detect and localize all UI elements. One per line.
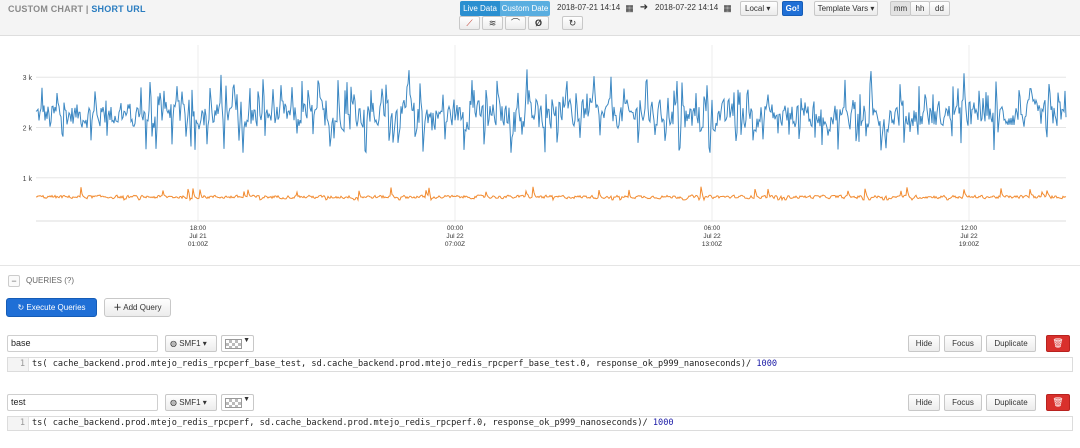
trash-icon: 🗑 — [1052, 397, 1064, 407]
x-tick-label: 19:00Z — [959, 241, 979, 248]
go-button[interactable]: Go! — [782, 1, 803, 16]
top-bar: CUSTOM CHART | SHORT URL Live Data Custo… — [0, 0, 1080, 36]
query-expression: ts( cache_backend.prod.mtejo_redis_rpcpe… — [32, 359, 757, 369]
x-tick-label: Jul 22 — [703, 233, 721, 240]
x-tick-label: 12:00 — [961, 225, 978, 232]
x-tick-label: 07:00Z — [445, 241, 465, 248]
short-url-link[interactable]: SHORT URL — [91, 4, 145, 14]
x-tick-label: Jul 22 — [960, 233, 978, 240]
y-tick-label: 1 k — [23, 176, 33, 183]
granularity-hh[interactable]: hh — [910, 1, 930, 16]
granularity-dd[interactable]: dd — [929, 1, 950, 16]
hide-button[interactable]: Hide — [908, 394, 940, 411]
x-tick-label: 13:00Z — [702, 241, 722, 248]
line-number: 1 — [8, 417, 29, 430]
x-tick-label: Jul 22 — [446, 233, 464, 240]
brand: CUSTOM CHART | SHORT URL — [8, 4, 146, 14]
x-tick-label: 01:00Z — [188, 241, 208, 248]
duplicate-button[interactable]: Duplicate — [986, 394, 1036, 411]
chevron-down-icon: ▼ — [243, 337, 250, 344]
x-tick-label: Jul 21 — [189, 233, 207, 240]
add-query-label: Add Query — [123, 303, 162, 312]
query-name-input[interactable]: test — [7, 394, 158, 411]
color-swatch — [225, 339, 242, 349]
queries-header: − QUERIES (?) — [8, 275, 74, 287]
collapse-icon[interactable]: − — [8, 275, 20, 287]
focus-button[interactable]: Focus — [944, 394, 982, 411]
duplicate-button[interactable]: Duplicate — [986, 335, 1036, 352]
color-picker[interactable]: ▼ — [221, 394, 254, 411]
series-line-test — [36, 186, 1067, 202]
queries-title: QUERIES — [26, 276, 63, 286]
stacked-chart-icon[interactable]: ≋ — [482, 16, 503, 30]
start-time-input[interactable]: 2018-07-21 14:14 — [555, 1, 624, 16]
line-chart-icon[interactable]: ⟋ — [459, 16, 480, 30]
format-value: SMF1 — [179, 339, 201, 348]
x-tick-label: 18:00 — [190, 225, 207, 232]
color-swatch — [225, 398, 242, 408]
execute-queries-button[interactable]: ↻ Execute Queries — [6, 298, 97, 317]
format-select[interactable]: ◍ SMF1 ▾ — [165, 335, 217, 352]
query-divisor: 1000 — [756, 359, 778, 369]
query-divisor: 1000 — [652, 418, 674, 428]
delete-button[interactable]: 🗑 — [1046, 394, 1070, 411]
template-vars-button[interactable]: Template Vars ▾ — [814, 1, 878, 16]
trash-icon: 🗑 — [1052, 338, 1064, 348]
end-calendar-icon[interactable]: ▦ — [722, 2, 733, 14]
custom-date-button[interactable]: Custom Date — [500, 1, 550, 16]
y-tick-label: 2 k — [23, 126, 33, 133]
x-tick-label: 00:00 — [447, 225, 464, 232]
start-calendar-icon[interactable]: ▦ — [624, 2, 635, 14]
time-series-chart: 3 k2 k1 k18:00Jul 2101:00Z00:00Jul 2207:… — [23, 45, 1067, 248]
globe-icon: ◍ — [170, 398, 177, 407]
x-tick-label: 06:00 — [704, 225, 721, 232]
query-editor[interactable]: 1 ts( cache_backend.prod.mtejo_redis_rpcp… — [7, 357, 1073, 372]
queries-help-link[interactable]: (?) — [64, 276, 74, 285]
globe-icon: ◍ — [170, 339, 177, 348]
format-value: SMF1 — [179, 398, 201, 407]
refresh-icon[interactable]: ↻ — [562, 16, 583, 30]
query-expression: ts( cache_backend.prod.mtejo_redis_rpcpe… — [32, 418, 653, 428]
series-line-base — [35, 69, 1067, 154]
color-picker[interactable]: ▼ — [221, 335, 254, 352]
execute-label: Execute Queries — [26, 303, 86, 312]
custom-chart-title: CUSTOM CHART — [8, 4, 84, 14]
add-query-button[interactable]: ＋ Add Query — [104, 298, 171, 317]
template-vars-label: Template Vars — [817, 4, 869, 13]
live-data-button[interactable]: Live Data — [460, 1, 500, 16]
end-time-input[interactable]: 2018-07-22 14:14 — [653, 1, 722, 16]
line-number: 1 — [8, 358, 29, 371]
granularity-mm[interactable]: mm — [890, 1, 911, 16]
format-select[interactable]: ◍ SMF1 ▾ — [165, 394, 217, 411]
y-tick-label: 3 k — [23, 75, 33, 82]
delete-button[interactable]: 🗑 — [1046, 335, 1070, 352]
caret-down-icon: ▾ — [870, 4, 875, 13]
query-name-input[interactable]: base — [7, 335, 158, 352]
chevron-down-icon: ▼ — [243, 396, 250, 403]
plus-icon: ＋ — [113, 303, 122, 312]
refresh-icon: ↻ — [17, 303, 25, 312]
query-editor[interactable]: 1 ts( cache_backend.prod.mtejo_redis_rpcp… — [7, 416, 1073, 431]
arrow-right-icon: ➜ — [639, 2, 649, 13]
timezone-select[interactable]: Local ▾ — [740, 1, 778, 16]
focus-button[interactable]: Focus — [944, 335, 982, 352]
spline-icon[interactable]: ⌒ — [505, 16, 526, 30]
chevron-down-icon: ▾ — [766, 4, 771, 13]
section-divider — [0, 265, 1080, 266]
hide-button[interactable]: Hide — [908, 335, 940, 352]
zero-icon[interactable]: Ø — [528, 16, 549, 30]
chart-area: 3 k2 k1 k 18:00 Jul 21 01:00Z 00:00 Jul 22 07:… — [0, 37, 1080, 264]
timezone-value: Local — [745, 4, 765, 13]
